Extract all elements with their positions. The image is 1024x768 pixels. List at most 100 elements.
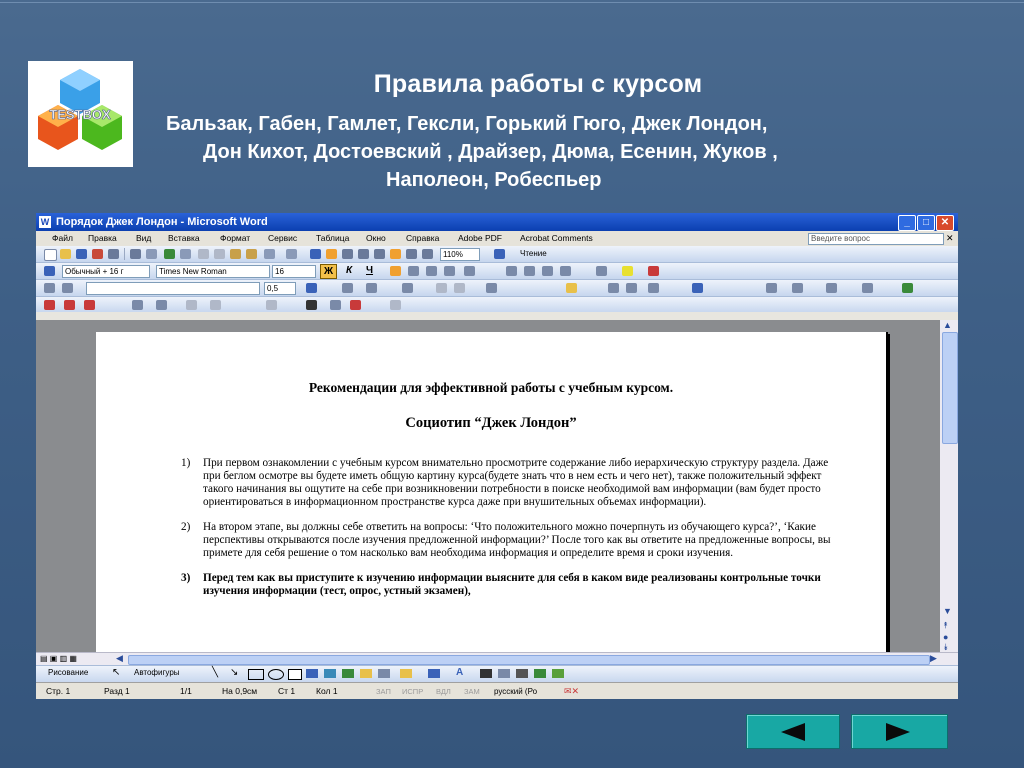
design-mode-icon[interactable]: [902, 283, 913, 293]
save-icon[interactable]: [76, 249, 87, 259]
select-browse-object-icon[interactable]: ●: [943, 632, 948, 642]
vertical-scrollbar[interactable]: ▲ ▼ ⯭ ● ⯯: [940, 320, 958, 652]
style-select[interactable]: Обычный + 16 г: [62, 265, 150, 278]
ask-question-box[interactable]: Введите вопрос: [808, 233, 944, 245]
sort-descending-icon[interactable]: [626, 283, 637, 293]
font-select[interactable]: Times New Roman: [156, 265, 270, 278]
3d-style-icon[interactable]: [552, 669, 564, 678]
highlight-icon[interactable]: [622, 266, 633, 276]
cut-icon[interactable]: [198, 249, 209, 259]
document-close-icon[interactable]: ✕: [946, 231, 954, 246]
paste-icon[interactable]: [230, 249, 241, 259]
text-box-icon[interactable]: [288, 669, 302, 680]
track-changes-icon[interactable]: [84, 300, 95, 310]
status-trk[interactable]: ИСПР: [402, 683, 423, 699]
email-icon[interactable]: [108, 249, 119, 259]
document-area[interactable]: Рекомендации для эффективной работы с уч…: [36, 320, 940, 652]
close-button[interactable]: ✕: [936, 215, 954, 231]
oval-tool-icon[interactable]: [268, 669, 284, 680]
previous-slide-button[interactable]: [746, 714, 840, 749]
menu-view[interactable]: Вид: [136, 231, 151, 246]
split-cells-icon[interactable]: [454, 283, 465, 293]
send-review-icon[interactable]: [390, 300, 401, 310]
outside-border-icon[interactable]: [342, 283, 353, 293]
undo-icon[interactable]: [264, 249, 275, 259]
permission-icon[interactable]: [92, 249, 103, 259]
reject-change-icon[interactable]: [210, 300, 221, 310]
insert-comment-icon[interactable]: [44, 300, 55, 310]
justify-icon[interactable]: [444, 266, 455, 276]
menu-acrobat-comments[interactable]: Acrobat Comments: [520, 231, 593, 246]
menu-help[interactable]: Справка: [406, 231, 439, 246]
font-size-select[interactable]: 16: [272, 265, 316, 278]
scroll-right-icon[interactable]: ▶: [930, 653, 937, 664]
print-icon[interactable]: [130, 249, 141, 259]
open-folder-icon[interactable]: [60, 249, 71, 259]
maximize-button[interactable]: □: [917, 215, 935, 231]
diagram-icon[interactable]: [342, 669, 354, 678]
drawing-menu-button[interactable]: Рисование: [48, 668, 88, 677]
status-ovr[interactable]: ЗАМ: [464, 683, 480, 699]
delete-comment-icon[interactable]: [64, 300, 75, 310]
eraser-icon[interactable]: [62, 283, 73, 293]
columns-icon[interactable]: [374, 249, 385, 259]
draw-table-icon[interactable]: [44, 283, 55, 293]
view-mode-icons[interactable]: ▤ ▣ ▥ ▦: [40, 654, 77, 663]
hyperlink-icon[interactable]: [310, 249, 321, 259]
align-center-icon[interactable]: [408, 266, 419, 276]
read-mode-button[interactable]: Чтение: [520, 247, 547, 261]
compare-icon[interactable]: [266, 300, 277, 310]
insert-excel-icon[interactable]: [358, 249, 369, 259]
tables-borders-icon[interactable]: [326, 249, 337, 259]
align-left-icon[interactable]: [390, 266, 401, 276]
new-document-icon[interactable]: [44, 249, 57, 261]
drawing-icon[interactable]: [390, 249, 401, 259]
decrease-indent-icon[interactable]: [542, 266, 553, 276]
redo-icon[interactable]: [286, 249, 297, 259]
menu-tools[interactable]: Сервис: [268, 231, 297, 246]
scroll-left-icon[interactable]: ◀: [116, 653, 123, 664]
styles-icon[interactable]: [44, 266, 55, 276]
autoshapes-menu-button[interactable]: Автофигуры: [134, 668, 180, 677]
menu-adobe-pdf[interactable]: Adobe PDF: [458, 231, 502, 246]
vertical-scroll-thumb[interactable]: [942, 332, 958, 444]
copy-icon[interactable]: [214, 249, 225, 259]
shadow-style-icon[interactable]: [534, 669, 546, 678]
insert-picture-icon[interactable]: [378, 669, 390, 678]
autosum-icon[interactable]: [648, 283, 659, 293]
select-objects-icon[interactable]: ↖: [112, 667, 120, 678]
wordart-icon[interactable]: [324, 669, 336, 678]
highlight-changes-icon[interactable]: [350, 300, 361, 310]
italic-button[interactable]: К: [346, 264, 352, 278]
shading-color-icon[interactable]: [366, 283, 377, 293]
minimize-button[interactable]: _: [898, 215, 916, 231]
sort-ascending-icon[interactable]: [608, 283, 619, 293]
line-tool-icon[interactable]: ╲: [212, 667, 218, 678]
align-right-icon[interactable]: [426, 266, 437, 276]
line-weight-select[interactable]: 0,5: [264, 282, 296, 295]
text-field-icon[interactable]: [792, 283, 803, 293]
scroll-down-icon[interactable]: ▼: [943, 606, 952, 616]
font-color-icon[interactable]: [648, 266, 659, 276]
show-markup-icon[interactable]: [330, 300, 341, 310]
scroll-up-icon[interactable]: ▲: [943, 320, 952, 330]
menu-window[interactable]: Окно: [366, 231, 386, 246]
previous-change-icon[interactable]: [132, 300, 143, 310]
research-icon[interactable]: [180, 249, 191, 259]
format-painter-icon[interactable]: [246, 249, 257, 259]
fill-color-icon[interactable]: [400, 669, 412, 678]
bold-button[interactable]: Ж: [320, 264, 337, 279]
increase-indent-icon[interactable]: [560, 266, 571, 276]
window-title-bar[interactable]: W Порядок Джек Лондон - Microsoft Word _…: [36, 213, 958, 231]
option-button-icon[interactable]: [826, 283, 837, 293]
menu-table[interactable]: Таблица: [316, 231, 349, 246]
spelling-icon[interactable]: [164, 249, 175, 259]
print-preview-icon[interactable]: [146, 249, 157, 259]
horizontal-scrollbar[interactable]: ▤ ▣ ▥ ▦ ◀ ▶: [36, 652, 958, 666]
line-style-select[interactable]: [86, 282, 260, 295]
document-map-icon[interactable]: [406, 249, 417, 259]
insert-table-2-icon[interactable]: [402, 283, 413, 293]
clip-art-icon[interactable]: [360, 669, 372, 678]
insert-table-icon[interactable]: [342, 249, 353, 259]
underline-button[interactable]: Ч: [366, 264, 373, 278]
